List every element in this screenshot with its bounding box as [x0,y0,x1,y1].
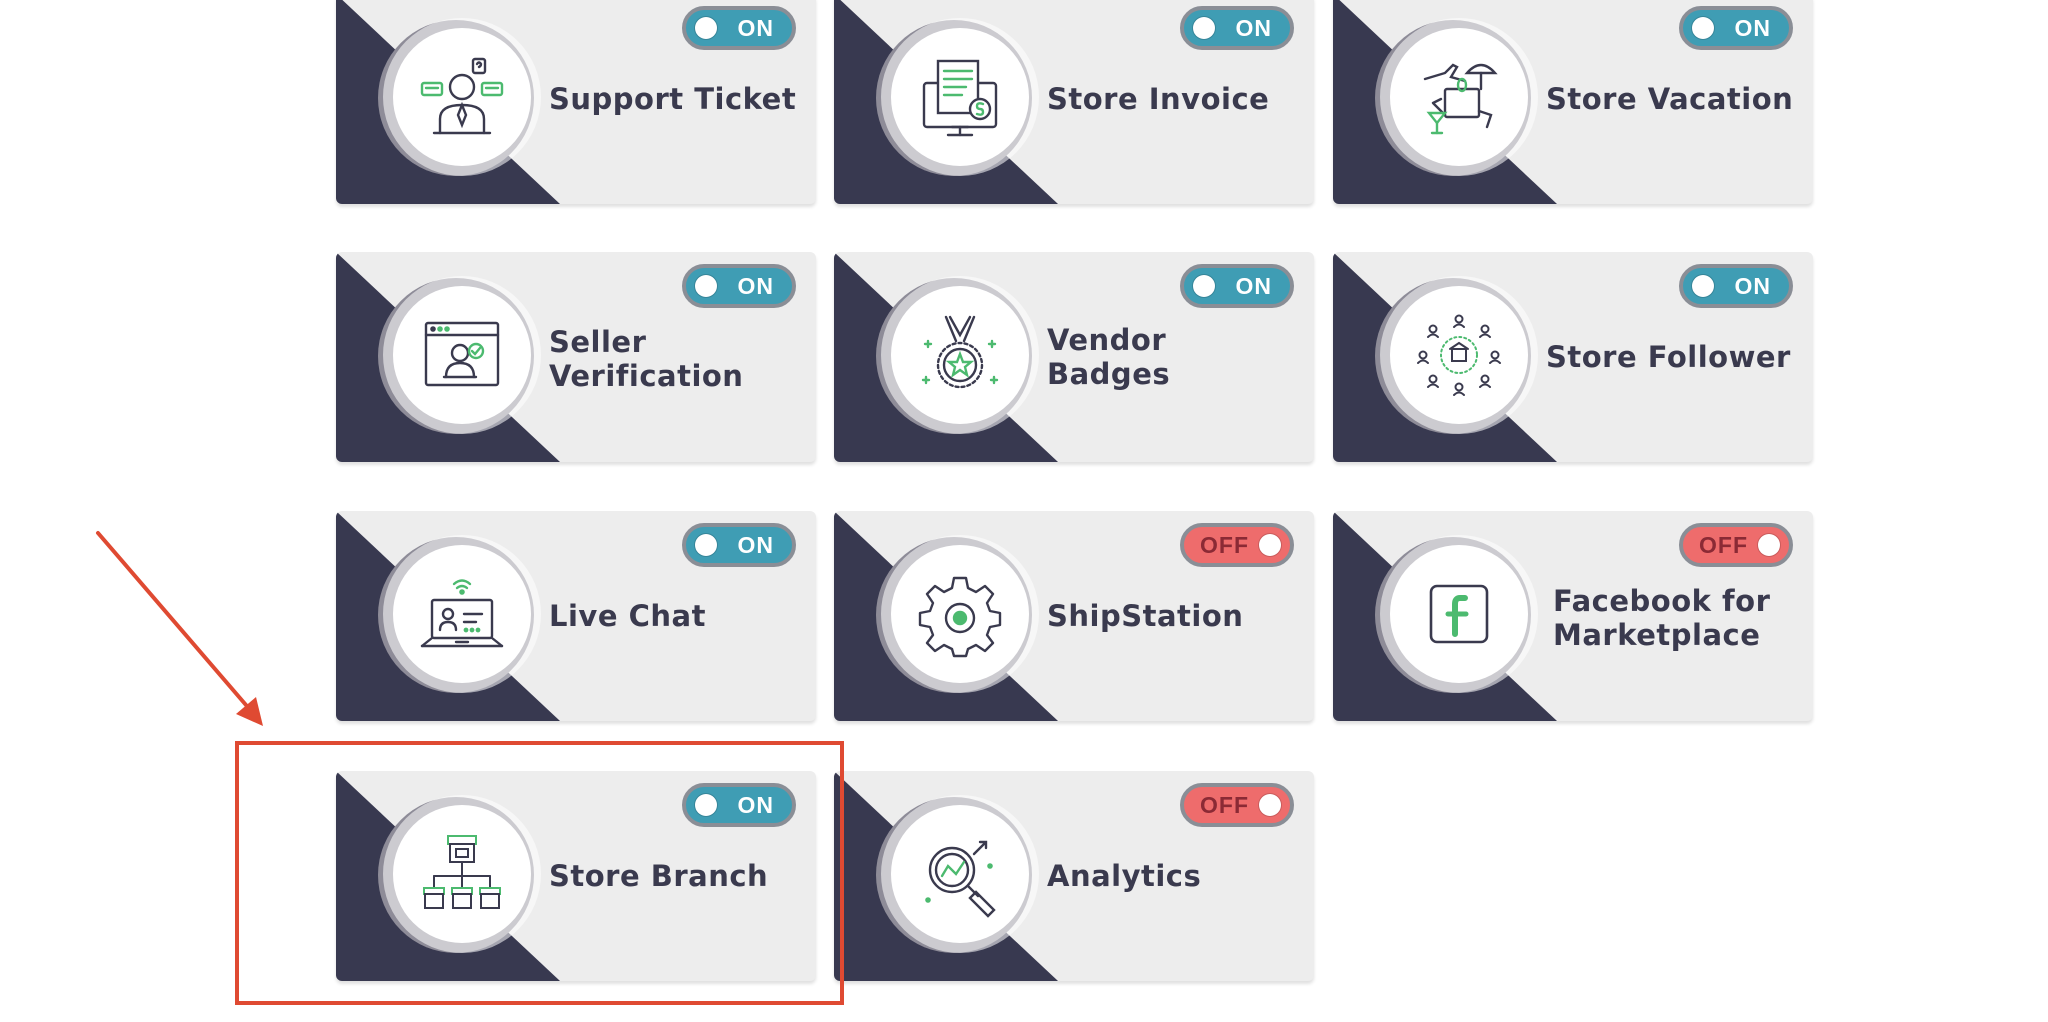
facebook-icon [1390,545,1528,683]
module-card-facebook-for-marketplace: Facebook for Marketplace OFF [1333,511,1813,721]
toggle-label: ON [737,532,774,558]
module-toggle-on[interactable]: ON [1679,264,1793,308]
toggle-knob [695,275,717,297]
toggle-knob [1193,275,1215,297]
live-chat-laptop-icon [393,545,531,683]
module-toggle-on[interactable]: ON [682,264,796,308]
module-toggle-off[interactable]: OFF [1180,523,1294,567]
toggle-knob [1193,17,1215,39]
follower-network-icon [1390,286,1528,424]
toggle-label: OFF [1200,532,1249,558]
toggle-knob [695,794,717,816]
toggle-knob [695,534,717,556]
module-toggle-off[interactable]: OFF [1180,783,1294,827]
module-card-store-invoice: Store Invoice ON [834,0,1314,204]
toggle-label: ON [1235,273,1272,299]
toggle-knob [1758,534,1780,556]
toggle-label: OFF [1699,532,1748,558]
store-branch-icon [393,805,531,943]
toggle-knob [695,17,717,39]
invoice-icon [891,28,1029,166]
module-card-shipstation: ShipStation OFF [834,511,1314,721]
toggle-knob [1692,275,1714,297]
module-toggle-on[interactable]: ON [1180,6,1294,50]
module-toggle-on[interactable]: ON [682,6,796,50]
analytics-magnifier-icon [891,805,1029,943]
module-toggle-on[interactable]: ON [1679,6,1793,50]
toggle-label: ON [1734,273,1771,299]
module-card-store-branch: Store Branch ON [336,771,816,981]
toggle-knob [1259,794,1281,816]
badge-medal-icon [891,286,1029,424]
module-card-store-follower: Store Follower ON [1333,252,1813,462]
toggle-label: ON [737,15,774,41]
toggle-knob [1259,534,1281,556]
module-card-store-vacation: Store Vacation ON [1333,0,1813,204]
module-toggle-on[interactable]: ON [1180,264,1294,308]
toggle-label: ON [1734,15,1771,41]
module-toggle-on[interactable]: ON [682,783,796,827]
module-card-analytics: Analytics OFF [834,771,1314,981]
toggle-label: ON [737,792,774,818]
module-card-live-chat: Live Chat ON [336,511,816,721]
toggle-knob [1692,17,1714,39]
module-card-vendor-badges: Vendor Badges ON [834,252,1314,462]
toggle-label: OFF [1200,792,1249,818]
module-toggle-off[interactable]: OFF [1679,523,1793,567]
verification-icon [393,286,531,424]
module-toggle-on[interactable]: ON [682,523,796,567]
module-card-support-ticket: Support Ticket ON [336,0,816,204]
gear-icon [891,545,1029,683]
support-agent-icon [393,28,531,166]
module-card-seller-verification: Seller Verification ON [336,252,816,462]
toggle-label: ON [737,273,774,299]
toggle-label: ON [1235,15,1272,41]
modules-page: Support Ticket ON Store Invoice ON Store… [0,0,2048,1022]
vacation-icon [1390,28,1528,166]
